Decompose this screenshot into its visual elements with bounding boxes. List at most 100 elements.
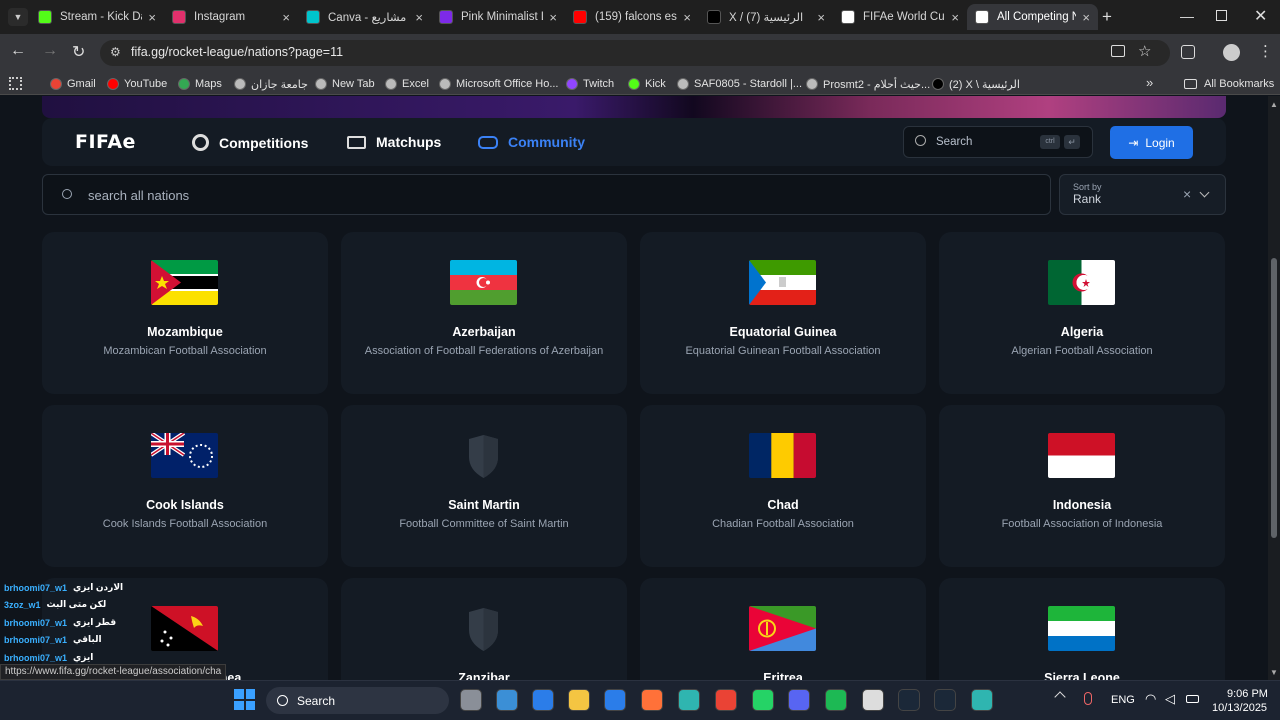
scroll-up-icon[interactable]: ▲ xyxy=(1270,100,1278,109)
bookmark-item[interactable]: جامعة جازان xyxy=(234,76,308,92)
flag-icon xyxy=(450,260,517,305)
bookmark-item[interactable]: (2) X \ الرئيسية xyxy=(932,76,1020,92)
reload-icon[interactable]: ↻ xyxy=(72,42,85,62)
minimize-icon[interactable]: — xyxy=(1180,8,1194,24)
tab-4[interactable]: Pink Minimalist L × xyxy=(431,4,565,30)
tab-close-icon[interactable]: × xyxy=(951,10,959,25)
clock-date[interactable]: 10/13/2025 xyxy=(1212,702,1267,714)
taskbar-search[interactable]: Search xyxy=(266,687,449,714)
new-tab-button[interactable]: + xyxy=(1102,7,1112,27)
chrome-icon[interactable] xyxy=(715,689,737,711)
nation-card[interactable]: Sierra Leone xyxy=(939,578,1225,685)
nation-card[interactable]: Zanzibar xyxy=(341,578,627,685)
nation-card[interactable]: Eritrea xyxy=(640,578,926,685)
tab-2[interactable]: Instagram × xyxy=(164,4,298,30)
nav-matchups[interactable]: Matchups xyxy=(347,134,441,150)
chatgpt-icon[interactable] xyxy=(862,689,884,711)
tab-close-icon[interactable]: × xyxy=(148,10,156,25)
fifae-logo[interactable]: FIFAe xyxy=(75,131,136,153)
whatsapp-icon[interactable] xyxy=(752,689,774,711)
bookmark-item[interactable]: Gmail xyxy=(50,76,96,92)
edge-icon[interactable] xyxy=(971,689,993,711)
all-bookmarks[interactable]: All Bookmarks xyxy=(1184,76,1274,92)
clock-time[interactable]: 9:06 PM xyxy=(1227,688,1268,700)
bookmark-item[interactable]: New Tab xyxy=(315,76,375,92)
nation-card[interactable]: Cook Islands Cook Islands Football Associ… xyxy=(42,405,328,567)
flag-icon xyxy=(749,260,816,305)
nation-card[interactable]: Mozambique Mozambican Football Associatio… xyxy=(42,232,328,394)
globe-icon xyxy=(315,78,327,90)
bookmark-item[interactable]: Kick xyxy=(628,76,666,92)
tab-close-icon[interactable]: × xyxy=(415,10,423,25)
wifi-icon[interactable]: ◠ xyxy=(1145,691,1156,707)
nav-competitions[interactable]: Competitions xyxy=(192,134,308,151)
url-text[interactable]: fifa.gg/rocket-league/nations?page=11 xyxy=(131,45,343,59)
back-icon[interactable]: ← xyxy=(10,42,26,60)
edge-icon[interactable] xyxy=(678,689,700,711)
tab-close-icon[interactable]: × xyxy=(282,10,290,25)
store-icon[interactable] xyxy=(532,689,554,711)
bookmark-item[interactable]: YouTube xyxy=(107,76,167,92)
widgets-icon[interactable] xyxy=(496,689,518,711)
tab-3[interactable]: Canva - مشاريع × xyxy=(298,4,431,30)
bookmark-item[interactable]: Microsoft Office Ho... xyxy=(439,76,559,92)
kick-icon xyxy=(38,10,52,24)
login-button[interactable]: ⇥ Login xyxy=(1110,126,1193,159)
profile-avatar[interactable] xyxy=(1223,44,1240,61)
nation-card[interactable]: Indonesia Football Association of Indones… xyxy=(939,405,1225,567)
bookmark-star-icon[interactable]: ☆ xyxy=(1138,42,1151,60)
tab-7[interactable]: FIFAe World Cup × xyxy=(833,4,967,30)
bookmark-item[interactable]: Prosmt2 - حيث أحلام... xyxy=(806,76,930,92)
steam-icon[interactable] xyxy=(934,689,956,711)
more-bookmarks-icon[interactable]: » xyxy=(1146,75,1153,90)
extensions-icon[interactable] xyxy=(1181,45,1195,59)
microphone-icon[interactable] xyxy=(1084,692,1092,705)
discord-icon[interactable] xyxy=(788,689,810,711)
bookmark-item[interactable]: Maps xyxy=(178,76,222,92)
tab-6[interactable]: X / الرئيسية (7) × xyxy=(699,4,833,30)
tab-1[interactable]: Stream - Kick Da × xyxy=(30,4,164,30)
outlook-icon[interactable] xyxy=(604,689,626,711)
bookmark-item[interactable]: Twitch xyxy=(566,76,614,92)
nation-card[interactable]: Algeria Algerian Football Association xyxy=(939,232,1225,394)
steam-icon[interactable] xyxy=(898,689,920,711)
tab-close-icon[interactable]: × xyxy=(817,10,825,25)
tab-close-icon[interactable]: × xyxy=(683,10,691,25)
chat-text: ايزي xyxy=(73,652,94,662)
maximize-icon[interactable] xyxy=(1216,10,1227,21)
bookmark-item[interactable]: Excel xyxy=(385,76,429,92)
scroll-down-icon[interactable]: ▼ xyxy=(1270,668,1278,677)
install-app-icon[interactable] xyxy=(1111,45,1125,57)
nation-card[interactable]: Chad Chadian Football Association xyxy=(640,405,926,567)
site-info-icon[interactable]: ⚙ xyxy=(110,45,121,59)
tab-8[interactable]: All Competing N × xyxy=(967,4,1098,30)
nav-community-label: Community xyxy=(508,134,585,150)
browser-menu-icon[interactable]: ⋮ xyxy=(1258,42,1273,60)
spotify-icon[interactable] xyxy=(825,689,847,711)
close-window-icon[interactable]: ✕ xyxy=(1254,6,1267,26)
windows-start-icon[interactable] xyxy=(234,689,255,710)
file-explorer-icon[interactable] xyxy=(568,689,590,711)
forward-icon[interactable]: → xyxy=(42,42,58,60)
tab-close-icon[interactable]: × xyxy=(1082,10,1090,25)
bookmark-item[interactable]: SAF0805 - Stardoll |... xyxy=(677,76,802,92)
nation-card[interactable]: Azerbaijan Association of Football Federa… xyxy=(341,232,627,394)
battery-icon[interactable] xyxy=(1186,695,1199,703)
flag-icon xyxy=(151,433,218,478)
tab-5[interactable]: (159) falcons esp × xyxy=(565,4,699,30)
firefox-icon[interactable] xyxy=(641,689,663,711)
nations-search-input[interactable] xyxy=(42,174,1051,215)
volume-icon[interactable]: ◁ xyxy=(1165,691,1175,707)
nav-community[interactable]: Community xyxy=(478,134,585,150)
language-indicator[interactable]: ENG xyxy=(1111,694,1135,706)
nation-card[interactable]: Equatorial Guinea Equatorial Guinean Foot… xyxy=(640,232,926,394)
gmail-icon xyxy=(50,78,62,90)
tab-close-icon[interactable]: × xyxy=(549,10,557,25)
sort-clear-icon[interactable]: × xyxy=(1183,186,1191,202)
scrollbar-thumb[interactable] xyxy=(1271,258,1277,538)
nation-association: Algerian Football Association xyxy=(1011,345,1153,357)
tab-list-button[interactable]: ▼ xyxy=(8,8,28,26)
apps-grid-icon[interactable] xyxy=(9,77,22,90)
task-view-icon[interactable] xyxy=(460,689,482,711)
nation-card[interactable]: Saint Martin Football Committee of Saint … xyxy=(341,405,627,567)
